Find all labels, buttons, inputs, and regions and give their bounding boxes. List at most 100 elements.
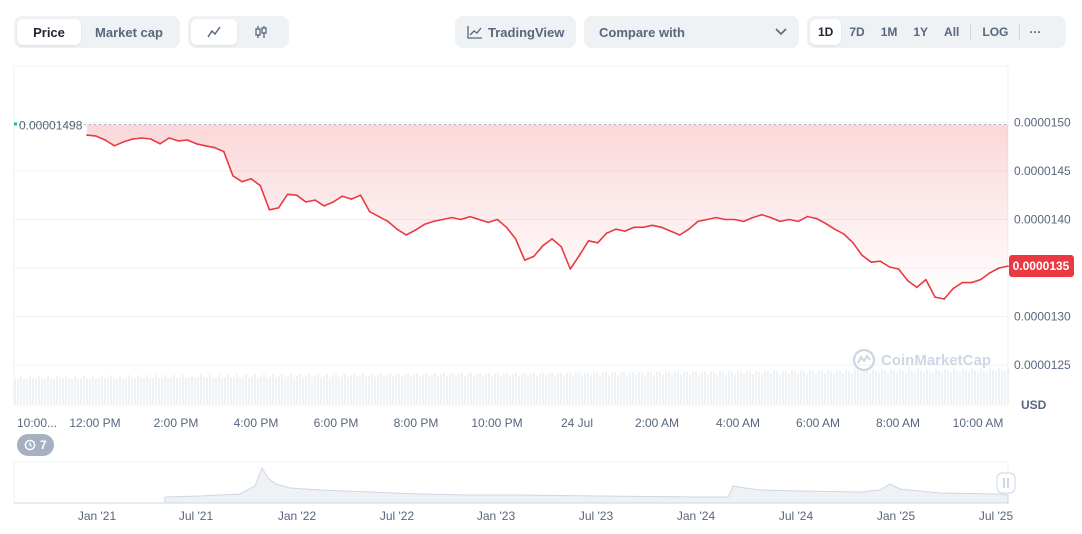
market-cap-tab[interactable]: Market cap — [81, 19, 177, 45]
volume-bar — [737, 370, 739, 404]
volume-bar — [488, 372, 490, 404]
line-chart-button[interactable] — [191, 19, 237, 45]
price-point — [159, 143, 161, 145]
price-point — [359, 194, 362, 196]
more-options-button[interactable]: ··· — [1023, 19, 1047, 45]
history-badge[interactable]: 7 — [17, 434, 54, 456]
range-7d[interactable]: 7D — [841, 19, 872, 45]
volume-bar — [125, 378, 127, 404]
time-range-toggle: 1D 7D 1M 1Y All LOG ··· — [807, 16, 1066, 48]
volume-bar — [938, 370, 940, 404]
range-1m[interactable]: 1M — [873, 19, 906, 45]
price-point — [879, 260, 882, 263]
volume-bar — [518, 375, 520, 404]
volume-bar — [437, 376, 439, 404]
volume-bar — [608, 375, 610, 404]
volume-bar — [866, 370, 868, 404]
volume-bar — [461, 372, 463, 404]
log-scale-button[interactable]: LOG — [974, 19, 1016, 45]
volume-bar — [836, 369, 838, 404]
price-point — [469, 215, 471, 218]
volume-bar — [131, 378, 133, 404]
volume-bar — [542, 372, 544, 404]
range-all[interactable]: All — [936, 19, 967, 45]
volume-bar — [689, 374, 691, 404]
volume-bar — [470, 372, 472, 404]
volume-bar — [560, 372, 562, 404]
candlestick-button[interactable] — [237, 19, 285, 45]
volume-bar — [23, 378, 25, 404]
price-point — [341, 195, 344, 197]
price-point — [916, 286, 918, 289]
volume-bar — [521, 373, 523, 404]
line-chart-icon — [207, 26, 221, 38]
price-point — [989, 272, 991, 274]
volume-bar — [320, 377, 322, 404]
volume-bar — [779, 373, 781, 404]
range-1d[interactable]: 1D — [810, 19, 842, 45]
volume-bar — [494, 373, 496, 404]
volume-bar — [260, 376, 262, 404]
overview-area — [14, 466, 1009, 504]
volume-bar — [1007, 368, 1009, 404]
price-point — [305, 201, 307, 203]
volume-bar — [365, 376, 367, 404]
volume-bar — [614, 372, 616, 404]
volume-bar — [824, 373, 826, 404]
volume-bar — [755, 370, 757, 404]
volume-bar — [344, 373, 346, 404]
volume-bar — [215, 376, 217, 404]
volume-bar — [155, 374, 157, 404]
price-point — [1007, 265, 1009, 267]
volume-bar — [899, 369, 901, 404]
volume-bar — [347, 377, 349, 404]
range-1y[interactable]: 1Y — [905, 19, 936, 45]
price-point — [897, 268, 900, 270]
volume-bar — [71, 378, 73, 404]
volume-bar — [377, 375, 379, 404]
volume-bar — [311, 377, 313, 404]
price-point — [824, 222, 827, 225]
volume-bar — [455, 376, 457, 404]
volume-bar — [659, 371, 661, 404]
volume-bar — [341, 375, 343, 404]
volume-bar — [77, 378, 79, 404]
volume-bar — [971, 368, 973, 404]
volume-bar — [236, 374, 238, 404]
price-point — [888, 266, 891, 268]
x-tick-label: 6:00 PM — [314, 416, 359, 430]
overview-handle[interactable] — [996, 472, 1016, 494]
volume-bar — [509, 375, 511, 404]
price-chart[interactable]: 0.0000150 0.0000145 0.0000140 0.0000135 0.00… — [0, 0, 1082, 534]
volume-bar — [653, 374, 655, 404]
volume-bar — [842, 373, 844, 404]
volume-bar — [734, 374, 736, 404]
range-divider — [1019, 24, 1021, 40]
tradingview-button[interactable]: TradingView — [455, 16, 576, 48]
price-tab[interactable]: Price — [17, 19, 81, 45]
price-point — [250, 178, 252, 180]
volume-bar — [896, 372, 898, 404]
x-tick-label: 10:00 AM — [953, 416, 1004, 430]
volume-bar — [683, 371, 685, 404]
overview-navigator[interactable]: Jan '21 Jul '21 Jan '22 Jul '22 Jan '23 Jul '… — [0, 0, 1082, 534]
volume-bar — [161, 377, 163, 404]
x-tick-label: 10:00... — [17, 416, 57, 430]
volume-bar — [551, 372, 553, 404]
compare-with-dropdown[interactable]: Compare with — [584, 16, 799, 48]
price-point — [368, 210, 371, 213]
volume-bar — [383, 376, 385, 404]
volume-bar — [929, 370, 931, 404]
currency-label: USD — [1021, 398, 1047, 412]
volume-bar — [458, 374, 460, 404]
volume-bar — [191, 374, 193, 404]
y-tick-label: 0.0000125 — [1014, 358, 1071, 372]
overview-x-tick-label: Jan '25 — [877, 509, 916, 523]
price-point — [733, 218, 736, 221]
volume-bar — [374, 376, 376, 404]
volume-bar — [806, 373, 808, 404]
volume-bar — [167, 377, 169, 404]
price-point — [259, 184, 262, 187]
volume-bar — [749, 371, 751, 404]
volume-bar — [299, 373, 301, 404]
